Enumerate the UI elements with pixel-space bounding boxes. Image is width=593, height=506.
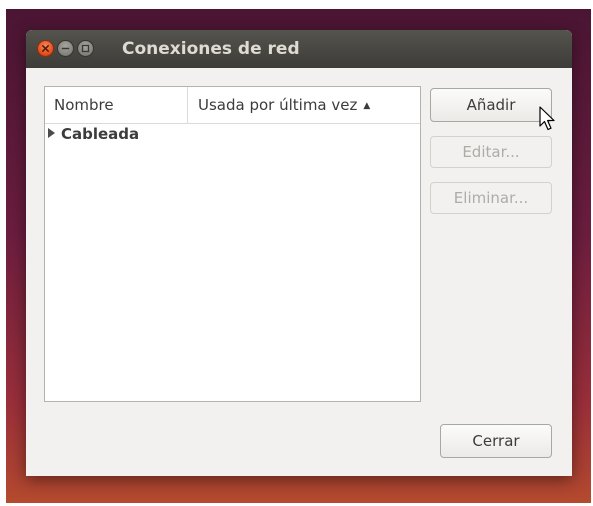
column-header-name[interactable]: Nombre — [45, 87, 188, 123]
mouse-pointer-icon — [539, 106, 555, 131]
close-icon — [42, 45, 49, 52]
column-header-name-label: Nombre — [54, 96, 114, 114]
list-item-label: Cableada — [61, 125, 140, 143]
add-button[interactable]: Añadir — [430, 88, 552, 122]
window-close-button[interactable] — [37, 40, 54, 57]
close-button[interactable]: Cerrar — [440, 424, 552, 458]
list-item[interactable]: Cableada — [45, 123, 420, 147]
connections-list[interactable]: Nombre Usada por última vez ▲ Cableada — [44, 86, 421, 402]
network-connections-window: Conexiones de red Nombre Usada por últim… — [26, 30, 572, 476]
delete-button[interactable]: Eliminar... — [430, 182, 552, 214]
sort-up-icon: ▲ — [363, 101, 371, 111]
column-header-last-used-label: Usada por última vez — [198, 96, 358, 114]
maximize-icon — [81, 44, 90, 53]
window-minimize-button[interactable] — [57, 40, 74, 57]
column-header-last-used[interactable]: Usada por última vez ▲ — [189, 87, 420, 123]
edit-button[interactable]: Editar... — [430, 136, 552, 168]
title-bar[interactable]: Conexiones de red — [26, 30, 572, 68]
triangle-right-icon[interactable] — [48, 128, 55, 138]
list-header: Nombre Usada por última vez ▲ — [45, 87, 420, 124]
window-title: Conexiones de red — [122, 39, 300, 59]
window-maximize-button[interactable] — [77, 40, 94, 57]
minimize-icon — [61, 47, 70, 50]
